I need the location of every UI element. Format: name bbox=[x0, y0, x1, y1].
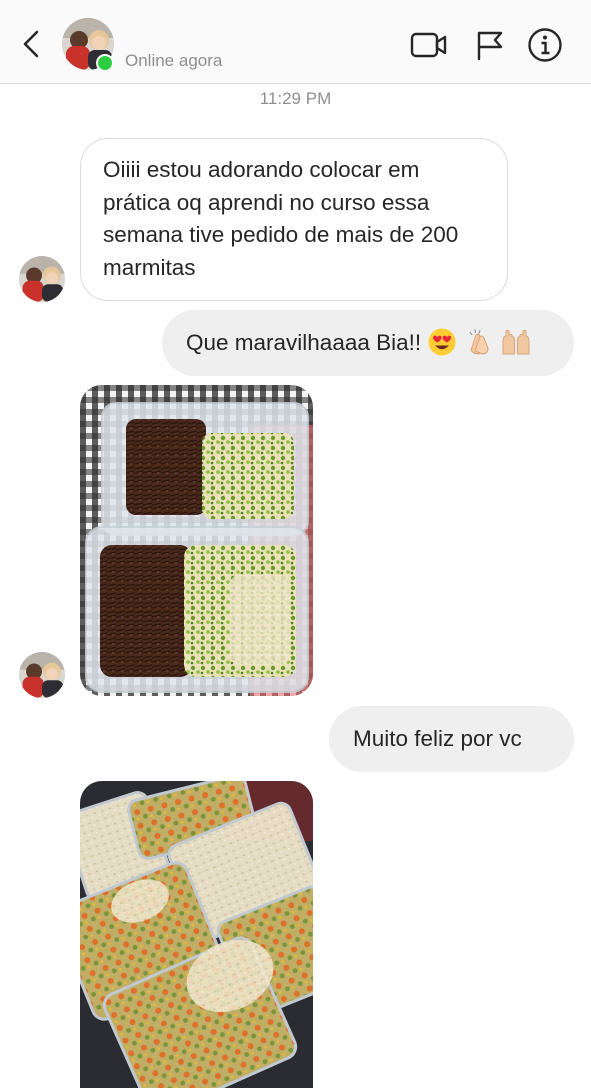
video-camera-icon bbox=[410, 32, 447, 58]
outgoing-message-bubble[interactable]: Que maravilhaaaa Bia!! bbox=[162, 310, 574, 376]
conversation-info-button[interactable] bbox=[526, 26, 564, 64]
outgoing-message-text: Muito feliz por vc bbox=[353, 726, 522, 751]
incoming-message-bubble[interactable]: Oiiii estou adorando colocar em prática … bbox=[80, 138, 508, 301]
video-call-button[interactable] bbox=[410, 26, 448, 64]
info-icon bbox=[528, 28, 562, 62]
incoming-message-text: Oiiii estou adorando colocar em prática … bbox=[103, 157, 459, 280]
chat-header: Online agora bbox=[0, 0, 591, 84]
clapping-hands-emoji bbox=[469, 329, 489, 355]
report-button[interactable] bbox=[470, 26, 508, 64]
heart-eyes-emoji bbox=[428, 328, 456, 356]
sender-avatar[interactable] bbox=[19, 256, 65, 302]
outgoing-message-text: Que maravilhaaaa Bia!! bbox=[186, 330, 422, 355]
message-timestamp: 11:29 PM bbox=[259, 89, 332, 108]
back-button[interactable] bbox=[16, 26, 46, 62]
raising-hands-emoji bbox=[502, 329, 530, 355]
chevron-left-icon bbox=[23, 30, 39, 58]
photo-of-meal-containers-rice-and-vegetables[interactable] bbox=[80, 781, 313, 1088]
outgoing-message-bubble[interactable]: Muito feliz por vc bbox=[329, 706, 574, 772]
online-status-text: Online agora bbox=[125, 51, 223, 70]
online-status-dot bbox=[96, 54, 114, 72]
flag-icon bbox=[477, 31, 503, 61]
photo-of-meal-containers-beef-and-rice[interactable] bbox=[80, 385, 313, 696]
sender-avatar[interactable] bbox=[19, 652, 65, 698]
